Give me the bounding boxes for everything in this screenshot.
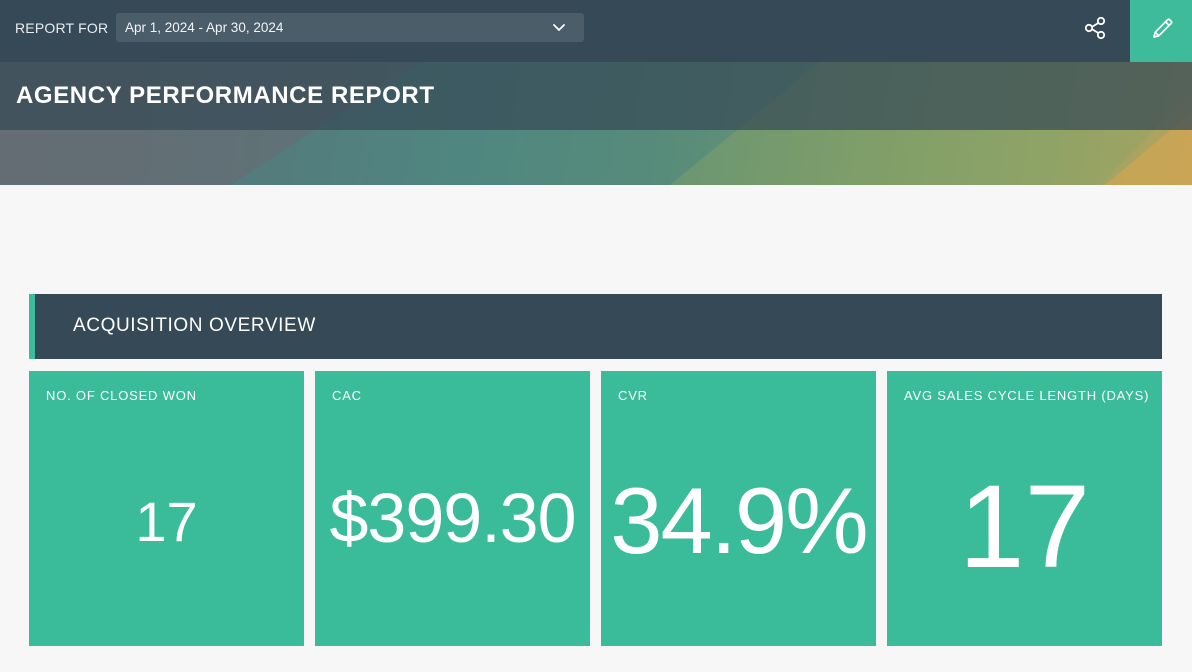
kpi-value: 17 bbox=[958, 461, 1091, 593]
date-range-select[interactable]: Apr 1, 2024 - Apr 30, 2024 bbox=[116, 13, 584, 42]
kpi-value: 17 bbox=[135, 490, 198, 553]
report-for-label: REPORT FOR bbox=[15, 20, 109, 36]
kpi-label: AVG SALES CYCLE LENGTH (DAYS) bbox=[904, 388, 1150, 403]
banner-title-strip: AGENCY PERFORMANCE REPORT bbox=[0, 62, 1192, 130]
kpi-label: NO. OF CLOSED WON bbox=[46, 388, 197, 403]
share-button[interactable] bbox=[1076, 12, 1114, 46]
report-title: AGENCY PERFORMANCE REPORT bbox=[16, 82, 435, 109]
section-header: ACQUISITION OVERVIEW bbox=[29, 294, 1162, 359]
kpi-tile-cvr[interactable]: CVR 34.9% bbox=[601, 371, 876, 646]
kpi-value: 34.9% bbox=[610, 468, 869, 573]
kpi-label: CAC bbox=[332, 388, 362, 403]
chevron-down-icon bbox=[553, 24, 565, 31]
section-title: ACQUISITION OVERVIEW bbox=[73, 315, 316, 336]
kpi-label: CVR bbox=[618, 388, 648, 403]
report-banner: AGENCY PERFORMANCE REPORT bbox=[0, 62, 1192, 185]
pencil-icon bbox=[1153, 18, 1173, 38]
kpi-value: $399.30 bbox=[329, 479, 576, 557]
edit-button[interactable] bbox=[1130, 0, 1192, 62]
top-bar: REPORT FOR Apr 1, 2024 - Apr 30, 2024 bbox=[0, 0, 1192, 62]
kpi-tile-sales-cycle[interactable]: AVG SALES CYCLE LENGTH (DAYS) 17 bbox=[887, 371, 1162, 646]
share-icon bbox=[1084, 16, 1106, 40]
date-range-value: Apr 1, 2024 - Apr 30, 2024 bbox=[125, 20, 284, 35]
kpi-tile-cac[interactable]: CAC $399.30 bbox=[315, 371, 590, 646]
kpi-tile-closed-won[interactable]: NO. OF CLOSED WON 17 bbox=[29, 371, 304, 646]
